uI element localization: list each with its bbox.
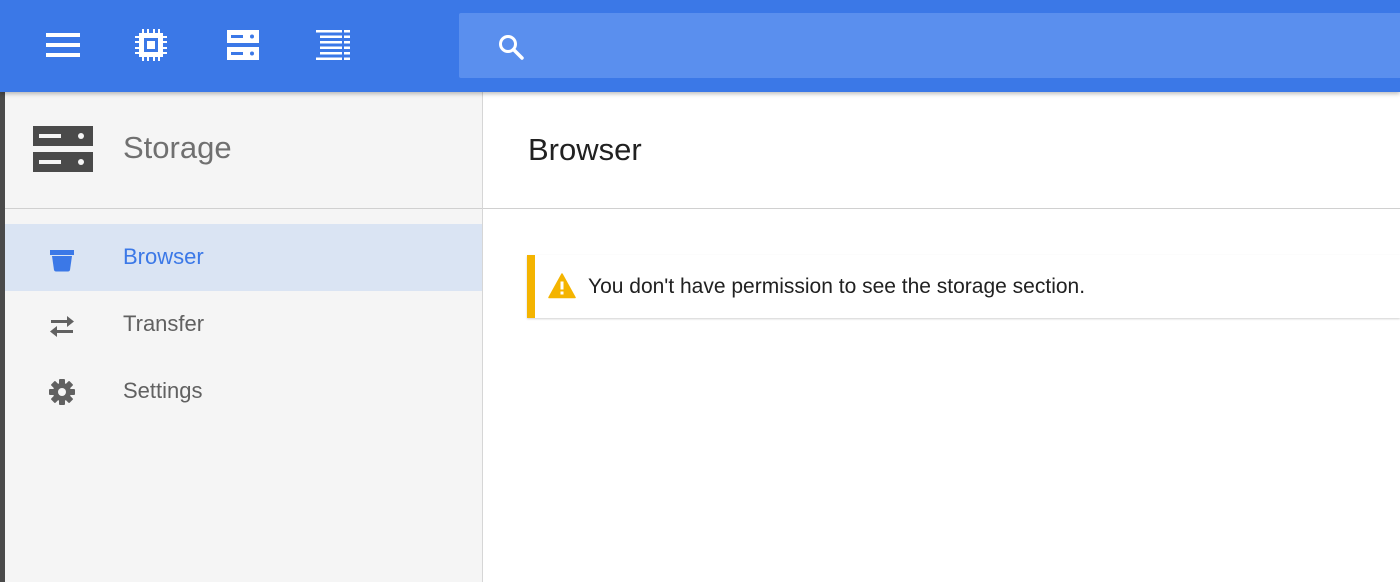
sidebar-item-label: Transfer	[123, 311, 205, 336]
sidebar-title: Storage	[123, 130, 232, 165]
page-title: Browser	[528, 132, 642, 167]
compute-chip-icon[interactable]	[134, 28, 168, 62]
warning-icon	[548, 273, 576, 299]
main-content: Browser You don't have permission to see…	[483, 92, 1400, 582]
sidebar-item-label: Settings	[123, 378, 203, 403]
search-icon	[499, 35, 524, 60]
sidebar-item-transfer[interactable]: Transfer	[5, 291, 482, 358]
warning-message: You don't have permission to see the sto…	[588, 275, 1086, 298]
sidebar-header: Storage	[5, 92, 482, 209]
logging-icon[interactable]	[316, 28, 350, 62]
sidebar-item-browser[interactable]: Browser	[5, 224, 482, 291]
gear-icon	[49, 379, 75, 405]
swap-arrows-icon	[50, 316, 74, 337]
storage-icon[interactable]	[226, 28, 260, 62]
menu-icon[interactable]	[46, 28, 80, 62]
sidebar: Storage Browser Transfer Settings	[0, 92, 483, 582]
page-header: Browser	[483, 92, 1400, 209]
sidebar-item-label: Browser	[123, 244, 204, 269]
top-app-bar	[0, 0, 1400, 92]
search-bar[interactable]	[459, 13, 1400, 78]
storage-icon	[33, 126, 93, 172]
search-input[interactable]	[541, 25, 1381, 67]
sidebar-item-settings[interactable]: Settings	[5, 358, 482, 425]
bucket-icon	[50, 250, 74, 272]
permission-warning-banner: You don't have permission to see the sto…	[527, 255, 1400, 318]
